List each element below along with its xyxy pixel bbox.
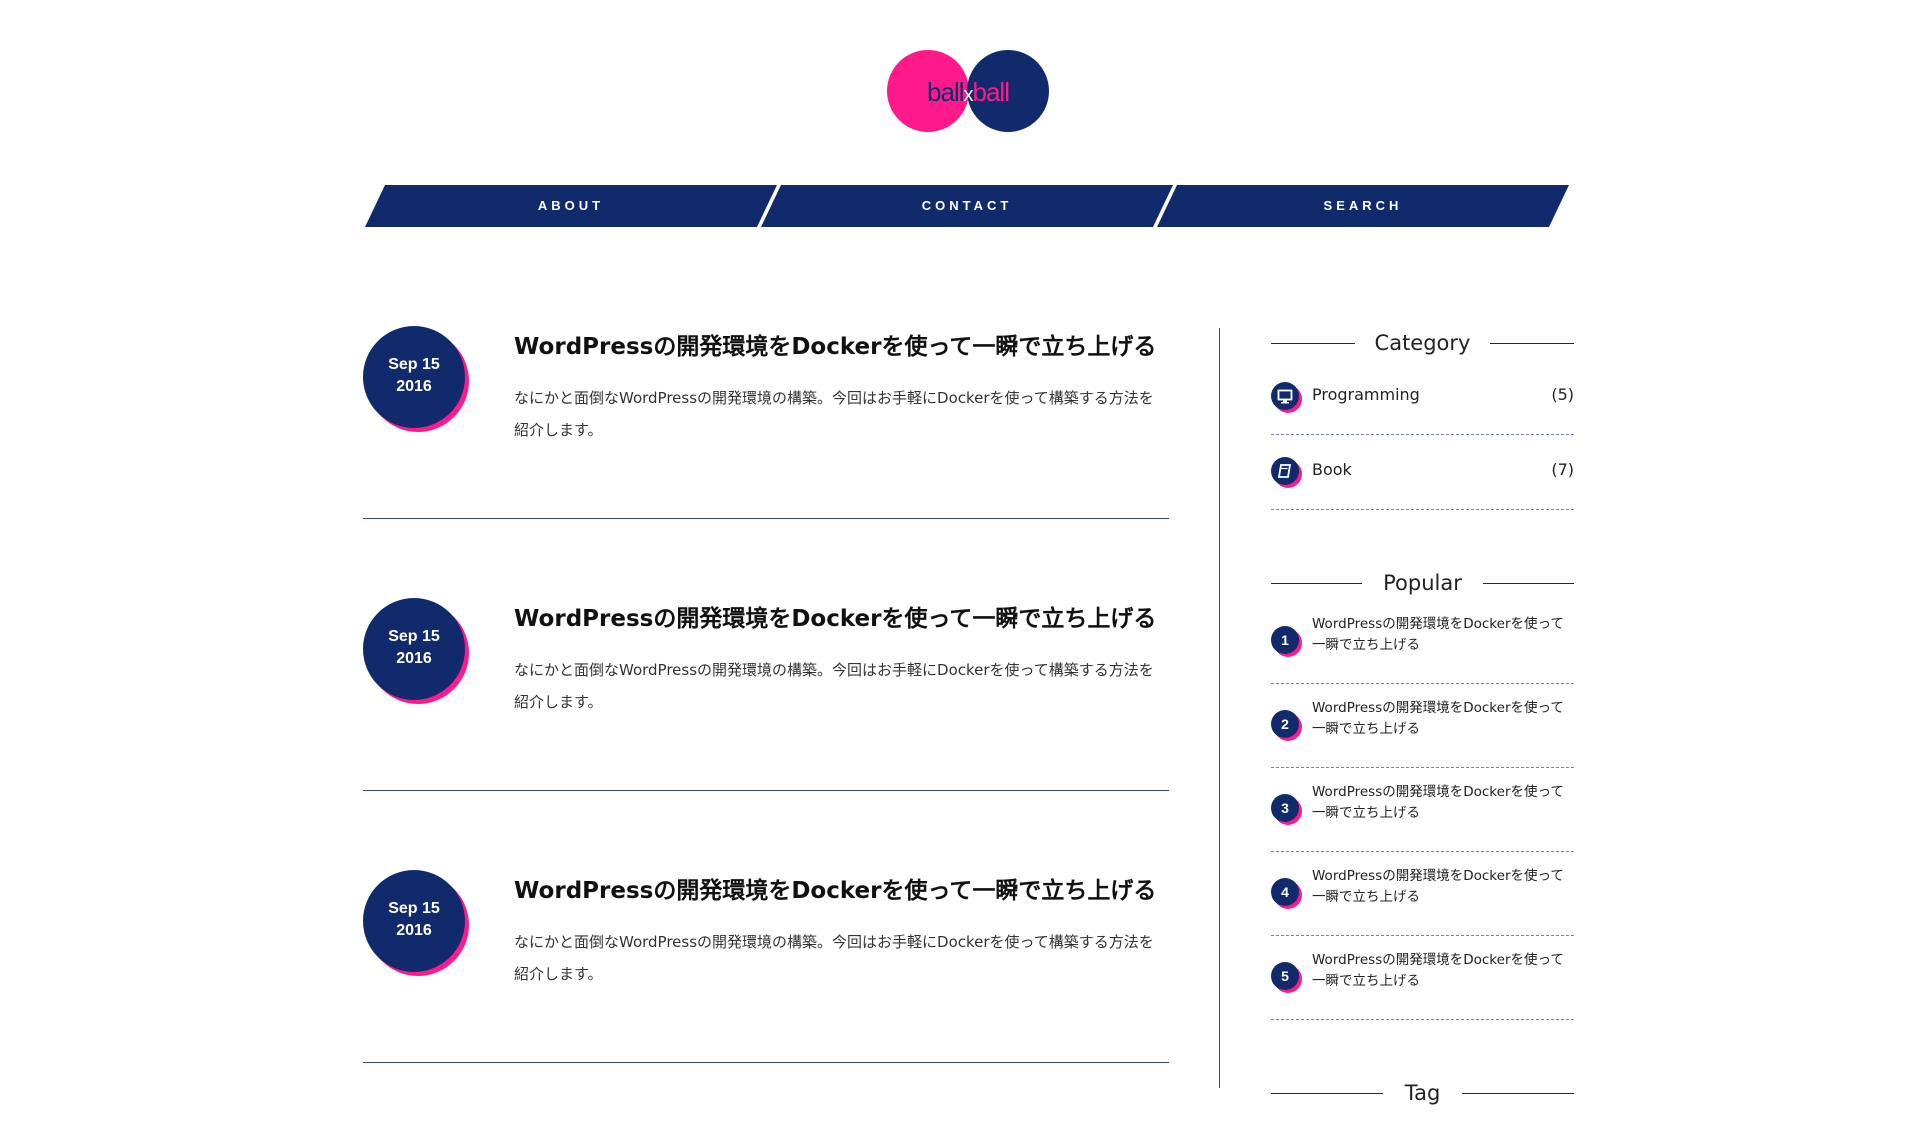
site-logo[interactable]: ballxball	[0, 50, 1920, 136]
popular-item-title: WordPressの開発環境をDockerを使って一瞬で立ち上げる	[1312, 700, 1564, 737]
popular-item-title: WordPressの開発環境をDockerを使って一瞬で立ち上げる	[1312, 616, 1564, 653]
category-item-book[interactable]: Book (7)	[1271, 435, 1574, 510]
monitor-icon	[1271, 382, 1299, 410]
heading-rule-right	[1483, 583, 1574, 584]
popular-rank-badge: 1	[1271, 626, 1299, 654]
popular-rank-badge: 4	[1271, 878, 1299, 906]
heading-rule-left	[1271, 343, 1355, 344]
post-title[interactable]: WordPressの開発環境をDockerを使って一瞬で立ち上げる	[514, 871, 1174, 905]
post-divider	[363, 790, 1169, 791]
popular-rank-badge: 5	[1271, 962, 1299, 990]
post-date-year: 2016	[396, 922, 432, 939]
date-circle: Sep 15 2016	[363, 326, 465, 428]
post-title[interactable]: WordPressの開発環境をDockerを使って一瞬で立ち上げる	[514, 599, 1174, 633]
post-excerpt: なにかと面倒なWordPressの開発環境の構築。今回はお手軽にDockerを使…	[514, 933, 1154, 983]
category-item-count: (5)	[1551, 385, 1574, 404]
post-date-month-day: Sep 15	[388, 900, 440, 917]
category-item-programming[interactable]: Programming (5)	[1271, 360, 1574, 435]
post-item: Sep 15 2016 WordPressの開発環境をDockerを使って一瞬で…	[363, 870, 1169, 1142]
logo-separator: x	[963, 84, 974, 106]
heading-rule-right	[1462, 1093, 1574, 1094]
heading-rule-left	[1271, 1093, 1383, 1094]
category-heading: Category	[1271, 326, 1574, 360]
nav-about[interactable]: ABOUT	[365, 185, 777, 227]
popular-rank-badge: 2	[1271, 710, 1299, 738]
tag-heading-text: Tag	[1404, 1081, 1441, 1105]
popular-item[interactable]: 2 WordPressの開発環境をDockerを使って一瞬で立ち上げる	[1271, 684, 1574, 768]
page: ballxball ABOUT CONTACT SEARCH Sep 15 20…	[0, 0, 1920, 1105]
post-date-badge: Sep 15 2016	[363, 598, 471, 706]
book-icon	[1271, 457, 1299, 485]
popular-item[interactable]: 4 WordPressの開発環境をDockerを使って一瞬で立ち上げる	[1271, 852, 1574, 936]
post-item: Sep 15 2016 WordPressの開発環境をDockerを使って一瞬で…	[363, 326, 1169, 598]
nav-about-label: ABOUT	[537, 198, 605, 213]
logo-word-1: ball	[927, 77, 964, 107]
post-divider	[363, 518, 1169, 519]
popular-widget: Popular 1 WordPressの開発環境をDockerを使って一瞬で立ち…	[1271, 566, 1574, 1020]
nav-contact[interactable]: CONTACT	[761, 185, 1173, 227]
logo-word-2: ball	[972, 77, 1010, 107]
post-excerpt: なにかと面倒なWordPressの開発環境の構築。今回はお手軽にDockerを使…	[514, 661, 1154, 711]
popular-item[interactable]: 1 WordPressの開発環境をDockerを使って一瞬で立ち上げる	[1271, 600, 1574, 684]
post-date-year: 2016	[396, 650, 432, 667]
post-date-year: 2016	[396, 378, 432, 395]
popular-heading-text: Popular	[1383, 571, 1462, 595]
popular-item[interactable]: 5 WordPressの開発環境をDockerを使って一瞬で立ち上げる	[1271, 936, 1574, 1020]
tag-widget: Tag	[1271, 1076, 1574, 1110]
post-title[interactable]: WordPressの開発環境をDockerを使って一瞬で立ち上げる	[514, 327, 1174, 361]
category-item-label: Book	[1312, 460, 1352, 479]
popular-rank-badge: 3	[1271, 794, 1299, 822]
popular-item-title: WordPressの開発環境をDockerを使って一瞬で立ち上げる	[1312, 784, 1564, 821]
post-excerpt: なにかと面倒なWordPressの開発環境の構築。今回はお手軽にDockerを使…	[514, 389, 1154, 439]
main-nav: ABOUT CONTACT SEARCH	[365, 185, 1565, 227]
popular-item-title: WordPressの開発環境をDockerを使って一瞬で立ち上げる	[1312, 868, 1564, 905]
post-divider	[363, 1062, 1169, 1063]
tag-heading: Tag	[1271, 1076, 1574, 1110]
popular-item[interactable]: 3 WordPressの開発環境をDockerを使って一瞬で立ち上げる	[1271, 768, 1574, 852]
post-date-badge: Sep 15 2016	[363, 326, 471, 434]
logo-text: ballxball	[887, 77, 1049, 108]
category-widget: Category Programming (5) Book (7)	[1271, 326, 1574, 510]
heading-rule-left	[1271, 583, 1362, 584]
content-sidebar-separator	[1219, 328, 1220, 1088]
nav-search[interactable]: SEARCH	[1157, 185, 1569, 227]
popular-heading: Popular	[1271, 566, 1574, 600]
date-circle: Sep 15 2016	[363, 598, 465, 700]
date-circle: Sep 15 2016	[363, 870, 465, 972]
heading-rule-right	[1490, 343, 1574, 344]
post-date-month-day: Sep 15	[388, 628, 440, 645]
category-item-label: Programming	[1312, 385, 1420, 404]
popular-item-title: WordPressの開発環境をDockerを使って一瞬で立ち上げる	[1312, 952, 1564, 989]
category-heading-text: Category	[1374, 331, 1471, 355]
nav-search-label: SEARCH	[1323, 198, 1403, 213]
nav-contact-label: CONTACT	[921, 198, 1013, 213]
post-item: Sep 15 2016 WordPressの開発環境をDockerを使って一瞬で…	[363, 598, 1169, 870]
category-item-count: (7)	[1551, 460, 1574, 479]
post-date-badge: Sep 15 2016	[363, 870, 471, 978]
sidebar: Category Programming (5) Book (7) Popula…	[1271, 326, 1574, 1110]
post-date-month-day: Sep 15	[388, 356, 440, 373]
